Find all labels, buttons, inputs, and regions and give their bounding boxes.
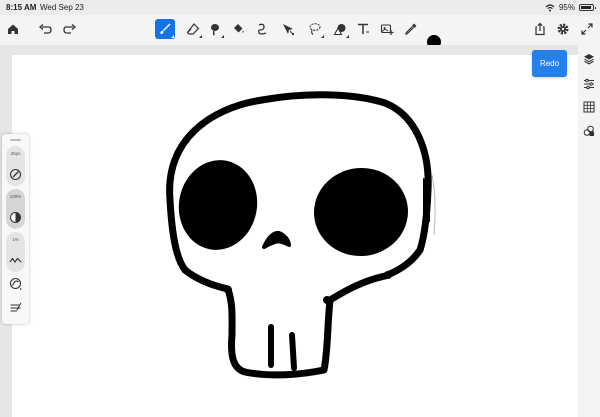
panel-drag-handle[interactable] <box>10 139 21 141</box>
home-icon[interactable] <box>3 19 23 39</box>
settings-icon[interactable] <box>553 19 573 39</box>
eraser-tool-icon[interactable] <box>183 19 203 39</box>
smudge-tool-icon[interactable] <box>205 19 225 39</box>
skull-drawing <box>166 91 436 379</box>
redo-tooltip[interactable]: Redo <box>532 50 567 77</box>
image-tool-icon[interactable] <box>377 19 397 39</box>
opacity-icon <box>10 212 21 223</box>
status-right: 95% <box>545 0 596 15</box>
redo-icon[interactable] <box>60 19 80 39</box>
right-panel <box>578 45 600 417</box>
share-icon[interactable] <box>530 19 550 39</box>
transform-tool-icon[interactable] <box>278 19 298 39</box>
lasso-tool-icon[interactable] <box>305 19 325 39</box>
grid-icon[interactable] <box>582 100 596 114</box>
top-toolbar <box>0 15 600 49</box>
drawing-canvas[interactable] <box>12 55 578 417</box>
brush-tool-icon[interactable] <box>155 19 175 39</box>
shape-tool-icon[interactable] <box>330 19 350 39</box>
brush-opacity-value: 100% <box>9 194 22 199</box>
brush-size-control[interactable]: 25px <box>6 146 25 186</box>
brush-settings-icon[interactable] <box>9 277 22 290</box>
smoothing-icon <box>9 257 22 263</box>
brush-size-value: 25px <box>10 151 21 156</box>
brush-opacity-control[interactable]: 100% <box>6 189 25 229</box>
status-bar: 8:15 AM Wed Sep 23 95% <box>0 0 600 15</box>
status-date: Wed Sep 23 <box>40 3 84 12</box>
brush-smoothing-value: 1% <box>12 237 19 242</box>
link-layers-icon[interactable] <box>582 124 596 138</box>
liquify-tool-icon[interactable] <box>252 19 272 39</box>
layers-icon[interactable] <box>582 52 596 66</box>
battery-icon <box>579 4 596 11</box>
wifi-icon <box>545 3 555 11</box>
fullscreen-icon[interactable] <box>577 19 597 39</box>
text-tool-icon[interactable] <box>353 19 373 39</box>
brush-settings-panel: 25px 100% 1% <box>2 134 29 324</box>
brush-size-icon <box>9 168 22 181</box>
brush-options-icon[interactable] <box>9 301 22 314</box>
fill-tool-icon[interactable] <box>228 19 248 39</box>
undo-icon[interactable] <box>35 19 55 39</box>
properties-icon[interactable] <box>582 77 596 91</box>
brush-smoothing-control[interactable]: 1% <box>6 232 25 272</box>
status-time: 8:15 AM <box>6 3 37 12</box>
eyedropper-icon[interactable] <box>401 19 421 39</box>
battery-percent: 95% <box>558 3 575 12</box>
